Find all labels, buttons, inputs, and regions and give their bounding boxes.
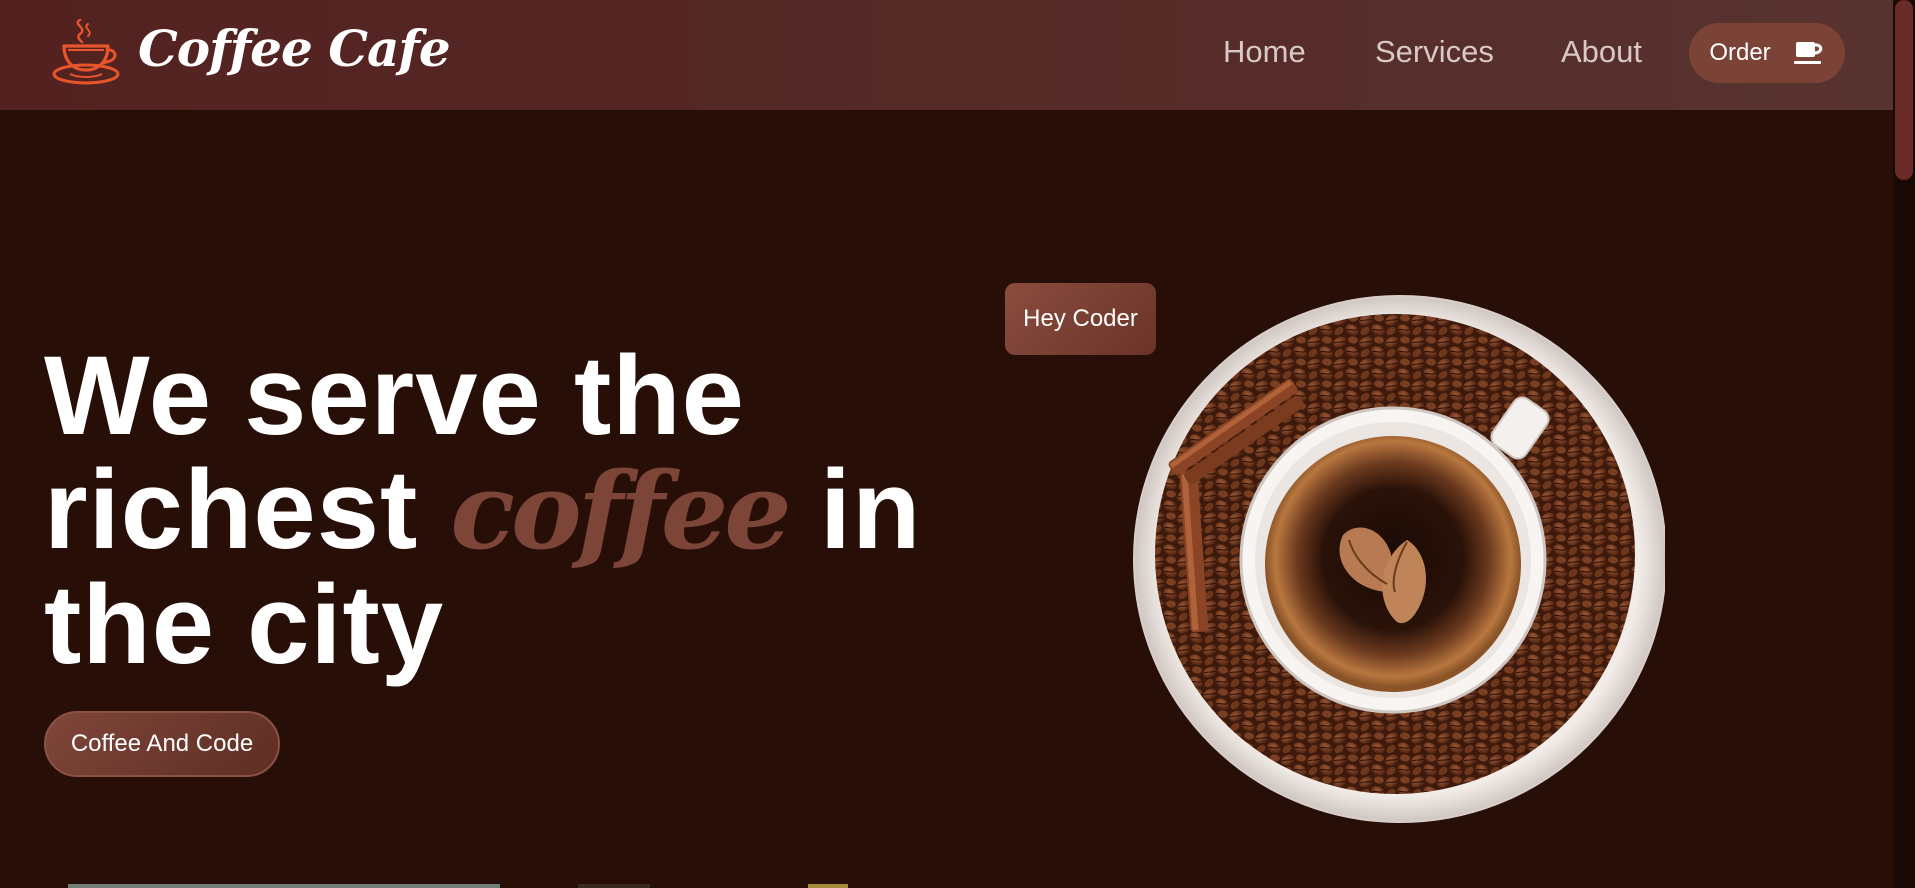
nav-services-link[interactable]: Services <box>1375 32 1494 72</box>
coffee-cup-logo-icon <box>52 18 120 85</box>
nav-about-link[interactable]: About <box>1561 32 1642 72</box>
brand-name: Coffee Cafe <box>138 19 451 78</box>
next-section-peek <box>0 884 1893 888</box>
order-button-label: Order <box>1709 39 1771 66</box>
brand[interactable]: Coffee Cafe <box>50 16 451 88</box>
coffee-cup-with-beans-image <box>1125 292 1665 827</box>
hero-title-line-2: richest coffee in <box>44 453 920 568</box>
coffee-mug-icon <box>1793 42 1822 64</box>
hero-title-word-richest: richest <box>44 447 419 572</box>
nav-home-link[interactable]: Home <box>1223 32 1306 72</box>
hero-title: We serve the richest coffee in the city <box>44 333 920 687</box>
scrollbar-thumb[interactable] <box>1895 0 1913 180</box>
navbar: Coffee Cafe Home Services About Order <box>0 0 1893 110</box>
hero-title-line-3: the city <box>44 562 445 687</box>
hero-title-line-1: We serve the <box>44 333 745 458</box>
page: Coffee Cafe Home Services About Order We… <box>0 0 1915 888</box>
hero-title-accent-word: coffee <box>450 448 791 573</box>
scrollbar[interactable] <box>1893 0 1915 888</box>
hero-title-word-in: in <box>819 447 922 572</box>
coffee-and-code-button[interactable]: Coffee And Code <box>44 711 280 777</box>
order-button[interactable]: Order <box>1689 23 1845 83</box>
